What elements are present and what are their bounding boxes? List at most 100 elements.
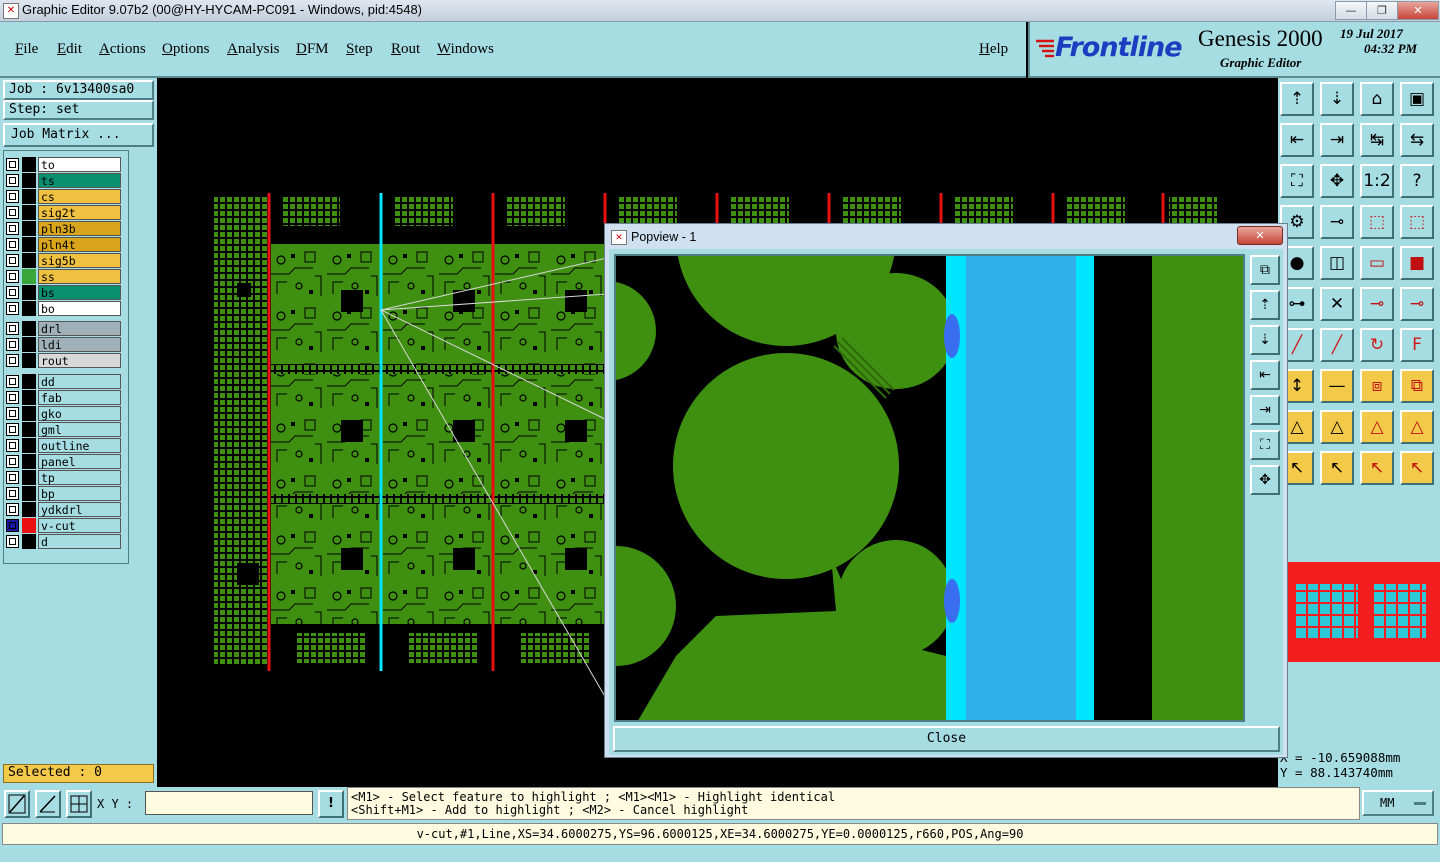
- fit-icon[interactable]: ⛶: [1280, 164, 1314, 198]
- line-red-icon[interactable]: ⊸: [1400, 287, 1434, 321]
- layer-name[interactable]: ldi: [38, 337, 121, 352]
- zoom-area-icon[interactable]: [4, 790, 30, 818]
- layer-checkbox[interactable]: [6, 407, 19, 420]
- layer-color-swatch[interactable]: [22, 534, 36, 549]
- area-icon[interactable]: ◫: [1320, 246, 1354, 280]
- popview-zoom-in-icon[interactable]: ⧉: [1250, 255, 1280, 285]
- layer-name[interactable]: v-cut: [38, 518, 121, 533]
- square-icon[interactable]: ■: [1400, 246, 1434, 280]
- slant-line-icon[interactable]: ╱: [1320, 328, 1354, 362]
- text-f-icon[interactable]: F: [1400, 328, 1434, 362]
- feature-select-icon[interactable]: ⬚: [1400, 205, 1434, 239]
- layer-color-swatch[interactable]: [22, 353, 36, 368]
- menu-dfm[interactable]: DFM: [296, 41, 329, 58]
- layer-checkbox[interactable]: [6, 487, 19, 500]
- window-split-icon[interactable]: ▣: [1400, 82, 1434, 116]
- layer-color-swatch[interactable]: [22, 406, 36, 421]
- save-layer-icon[interactable]: ⇣: [1320, 82, 1354, 116]
- layer-color-swatch[interactable]: [22, 269, 36, 284]
- layer-checkbox[interactable]: [6, 174, 19, 187]
- layer-name[interactable]: panel: [38, 454, 121, 469]
- shape-icon[interactable]: ⧉: [1400, 369, 1434, 403]
- ruler-icon[interactable]: ▭: [1360, 246, 1394, 280]
- layer-color-swatch[interactable]: [22, 486, 36, 501]
- layer-checkbox[interactable]: [6, 535, 19, 548]
- layer-color-swatch[interactable]: [22, 438, 36, 453]
- layer-checkbox[interactable]: [6, 455, 19, 468]
- layer-name[interactable]: ss: [38, 269, 121, 284]
- menu-analysis[interactable]: Analysis: [227, 41, 280, 58]
- layer-name[interactable]: pln3b: [38, 221, 121, 236]
- layer-name[interactable]: gml: [38, 422, 121, 437]
- layer-checkbox[interactable]: [6, 519, 19, 532]
- popview-pan-icon[interactable]: ✥: [1250, 465, 1280, 495]
- overview-map[interactable]: [1288, 562, 1440, 662]
- menu-step[interactable]: Step: [346, 41, 373, 58]
- menu-options[interactable]: Options: [162, 41, 210, 58]
- layer-color-swatch[interactable]: [22, 301, 36, 316]
- layer-name[interactable]: sig2t: [38, 205, 121, 220]
- restore-button[interactable]: ❐: [1366, 1, 1398, 20]
- popview-fit-icon[interactable]: ⛶: [1250, 430, 1280, 460]
- layer-color-swatch[interactable]: [22, 390, 36, 405]
- layer-checkbox[interactable]: [6, 222, 19, 235]
- layer-checkbox[interactable]: [6, 391, 19, 404]
- layer-checkbox[interactable]: [6, 206, 19, 219]
- line-blue-icon[interactable]: ⊸: [1360, 287, 1394, 321]
- layer-name[interactable]: ydkdrl: [38, 502, 121, 517]
- pointer-box-icon[interactable]: ↖: [1320, 451, 1354, 485]
- feature-red-icon[interactable]: ⬚: [1360, 205, 1394, 239]
- layer-checkbox[interactable]: [6, 471, 19, 484]
- snap-x-icon[interactable]: ✕: [1320, 287, 1354, 321]
- pointer-circle-icon[interactable]: ↖: [1360, 451, 1394, 485]
- layer-name[interactable]: bp: [38, 486, 121, 501]
- layer-checkbox[interactable]: [6, 338, 19, 351]
- menu-windows[interactable]: Windows: [437, 41, 494, 58]
- layer-checkbox[interactable]: [6, 190, 19, 203]
- layer-color-swatch[interactable]: [22, 221, 36, 236]
- layer-checkbox[interactable]: [6, 238, 19, 251]
- layer-checkbox[interactable]: [6, 439, 19, 452]
- layer-checkbox[interactable]: [6, 302, 19, 315]
- layer-checkbox[interactable]: [6, 158, 19, 171]
- layer-name[interactable]: drl: [38, 321, 121, 336]
- layer-name[interactable]: bs: [38, 285, 121, 300]
- triangle-fill-icon[interactable]: △: [1400, 410, 1434, 444]
- layer-color-swatch[interactable]: [22, 502, 36, 517]
- flip-icon[interactable]: ↹: [1360, 123, 1394, 157]
- arc-icon[interactable]: ↻: [1360, 328, 1394, 362]
- layer-name[interactable]: tp: [38, 470, 121, 485]
- menu-file[interactable]: File: [15, 41, 38, 58]
- cutter-icon[interactable]: ⊸: [1320, 205, 1354, 239]
- layer-color-swatch[interactable]: [22, 470, 36, 485]
- layer-color-swatch[interactable]: [22, 321, 36, 336]
- triangle-select-icon[interactable]: △: [1320, 410, 1354, 444]
- layer-name[interactable]: d: [38, 534, 121, 549]
- popview-close-button[interactable]: Close: [613, 726, 1280, 752]
- layer-name[interactable]: sig5b: [38, 253, 121, 268]
- layer-checkbox[interactable]: [6, 354, 19, 367]
- layer-name[interactable]: pln4t: [38, 237, 121, 252]
- layer-name[interactable]: fab: [38, 390, 121, 405]
- layer-checkbox[interactable]: [6, 423, 19, 436]
- layer-color-swatch[interactable]: [22, 189, 36, 204]
- layer-checkbox[interactable]: [6, 254, 19, 267]
- dash-icon[interactable]: —: [1320, 369, 1354, 403]
- layer-color-swatch[interactable]: [22, 173, 36, 188]
- layer-name[interactable]: to: [38, 157, 121, 172]
- layer-color-swatch[interactable]: [22, 518, 36, 533]
- open-layer-icon[interactable]: ⇡: [1280, 82, 1314, 116]
- layer-color-swatch[interactable]: [22, 454, 36, 469]
- layer-name[interactable]: outline: [38, 438, 121, 453]
- popview-close-icon[interactable]: ✕: [1237, 226, 1283, 245]
- popview-home-icon[interactable]: ⇡: [1250, 290, 1280, 320]
- layer-color-swatch[interactable]: [22, 253, 36, 268]
- export-icon[interactable]: ⇥: [1320, 123, 1354, 157]
- layer-name[interactable]: bo: [38, 301, 121, 316]
- resize-icon[interactable]: ⧈: [1360, 369, 1394, 403]
- layer-color-swatch[interactable]: [22, 285, 36, 300]
- triangle-up-icon[interactable]: △: [1360, 410, 1394, 444]
- popview-save-icon[interactable]: ⇣: [1250, 325, 1280, 355]
- swap-icon[interactable]: ⇆: [1400, 123, 1434, 157]
- window-close-button[interactable]: ✕: [1397, 1, 1439, 20]
